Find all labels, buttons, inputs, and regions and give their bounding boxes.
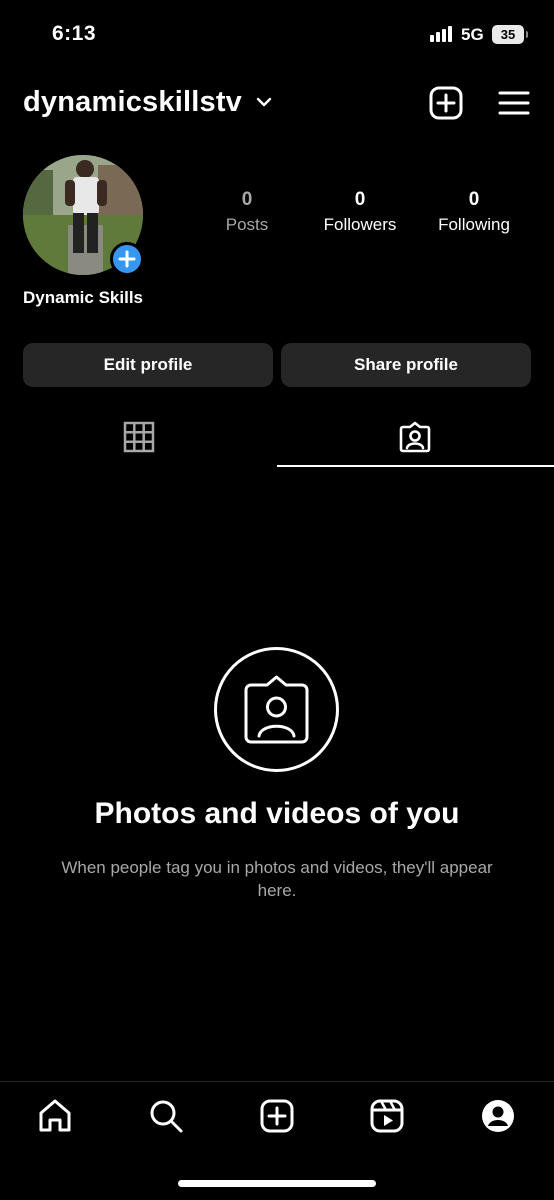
followers-label: Followers <box>323 215 397 234</box>
empty-state-title: Photos and videos of you <box>94 797 460 830</box>
create-icon[interactable] <box>258 1097 296 1135</box>
status-time: 6:13 <box>52 22 97 45</box>
home-icon[interactable] <box>36 1097 74 1135</box>
empty-state-subtitle: When people tag you in photos and videos… <box>61 858 493 900</box>
bottom-nav-divider <box>0 1081 554 1082</box>
edit-profile-button[interactable]: Edit profile <box>23 343 273 387</box>
tagged-person-icon[interactable] <box>398 420 432 454</box>
home-indicator <box>178 1180 376 1187</box>
add-story-button[interactable] <box>110 242 144 276</box>
following-count: 0 <box>468 189 480 210</box>
hamburger-menu-icon[interactable] <box>498 89 530 117</box>
signal-bars-icon <box>430 26 452 42</box>
stat-posts[interactable]: 0 Posts <box>192 189 302 235</box>
tagged-person-icon <box>244 675 309 744</box>
search-icon[interactable] <box>147 1097 185 1135</box>
reels-icon[interactable] <box>368 1097 406 1135</box>
posts-count: 0 <box>241 189 253 210</box>
posts-label: Posts <box>225 215 269 234</box>
following-label: Following <box>438 215 510 234</box>
followers-count: 0 <box>354 189 366 210</box>
stat-followers[interactable]: 0 Followers <box>305 189 415 235</box>
share-profile-button[interactable]: Share profile <box>281 343 531 387</box>
battery-icon: 35 <box>492 25 528 44</box>
chevron-down-icon[interactable] <box>256 96 272 108</box>
plus-icon <box>118 250 136 268</box>
active-tab-indicator <box>277 465 554 467</box>
profile-icon[interactable] <box>479 1097 517 1135</box>
stat-following[interactable]: 0 Following <box>419 189 529 235</box>
username-title[interactable]: dynamicskillstv <box>23 86 242 119</box>
new-post-button[interactable] <box>428 85 464 121</box>
display-name: Dynamic Skills <box>23 288 144 307</box>
grid-icon[interactable] <box>123 421 155 453</box>
network-label: 5G <box>461 25 484 44</box>
empty-state-icon-circle <box>214 647 339 772</box>
